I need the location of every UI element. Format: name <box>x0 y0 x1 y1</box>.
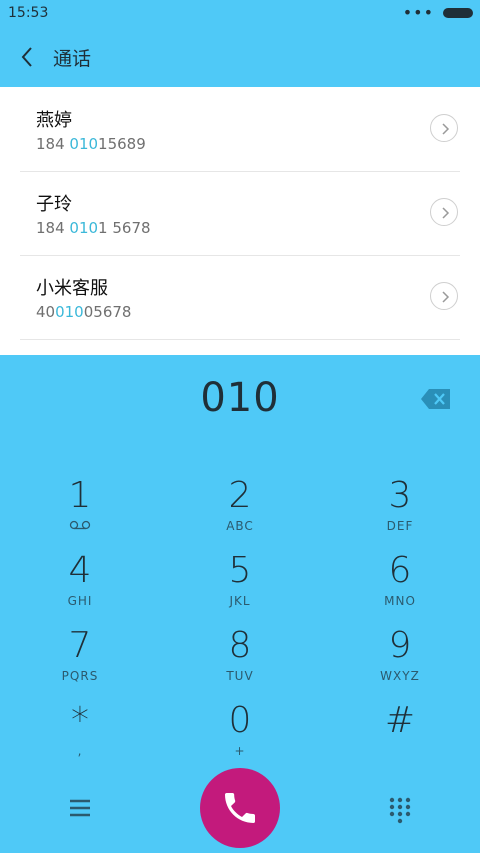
contact-name: 子玲 <box>36 194 72 215</box>
chevron-right-icon <box>442 291 450 303</box>
voicemail-icon <box>69 520 91 530</box>
key-3[interactable]: 3 DEF <box>320 475 480 550</box>
key-4[interactable]: 4 GHI <box>0 550 160 625</box>
backspace-button[interactable] <box>420 388 452 410</box>
key-9[interactable]: 9 WXYZ <box>320 625 480 700</box>
key-1[interactable]: 1 <box>0 475 160 550</box>
dialed-number: 010 <box>200 375 280 421</box>
back-button[interactable] <box>14 40 44 74</box>
contact-detail-button[interactable] <box>430 114 458 142</box>
back-icon <box>21 47 32 67</box>
key-7[interactable]: 7 PQRS <box>0 625 160 700</box>
contact-result-row[interactable]: 子玲 184 0101 5678 <box>0 171 480 255</box>
menu-icon <box>70 799 90 817</box>
menu-button[interactable] <box>64 794 96 822</box>
contact-detail-button[interactable] <box>430 282 458 310</box>
divider <box>20 339 460 340</box>
page-title: 通话 <box>53 48 92 70</box>
status-time: 15:53 <box>8 5 49 21</box>
call-button[interactable] <box>200 768 280 848</box>
contact-results-list: 燕婷 184 01015689 子玲 184 0101 5678 小米客服 40… <box>0 87 480 355</box>
number-match-highlight: 010 <box>55 303 84 321</box>
number-match-highlight: 010 <box>69 219 99 237</box>
status-bar: 15:53 ••• <box>0 0 480 28</box>
key-0[interactable]: 0 + <box>160 700 320 775</box>
contact-number: 184 0101 5678 <box>36 219 151 237</box>
dialpad-toggle-button[interactable] <box>385 795 415 825</box>
dialpad-icon <box>389 797 411 824</box>
key-5[interactable]: 5 JKL <box>160 550 320 625</box>
chevron-right-icon <box>442 207 450 219</box>
phone-icon <box>225 793 255 823</box>
key-hash[interactable]: # <box>320 700 480 775</box>
key-star[interactable]: * , <box>0 700 160 775</box>
chevron-right-icon <box>442 123 450 135</box>
contact-detail-button[interactable] <box>430 198 458 226</box>
contact-result-row[interactable]: 燕婷 184 01015689 <box>0 87 480 171</box>
backspace-icon <box>421 389 450 409</box>
contact-result-row[interactable]: 小米客服 4001005678 <box>0 255 480 339</box>
status-dots: ••• <box>402 3 434 22</box>
number-match-highlight: 010 <box>69 135 99 153</box>
contact-name: 小米客服 <box>36 278 108 299</box>
key-2[interactable]: 2 ABC <box>160 475 320 550</box>
app-bar: 通话 <box>0 28 480 87</box>
battery-icon <box>443 8 473 18</box>
contact-number: 184 01015689 <box>36 135 146 153</box>
contact-number: 4001005678 <box>36 303 132 321</box>
key-6[interactable]: 6 MNO <box>320 550 480 625</box>
key-8[interactable]: 8 TUV <box>160 625 320 700</box>
contact-name: 燕婷 <box>36 110 72 131</box>
